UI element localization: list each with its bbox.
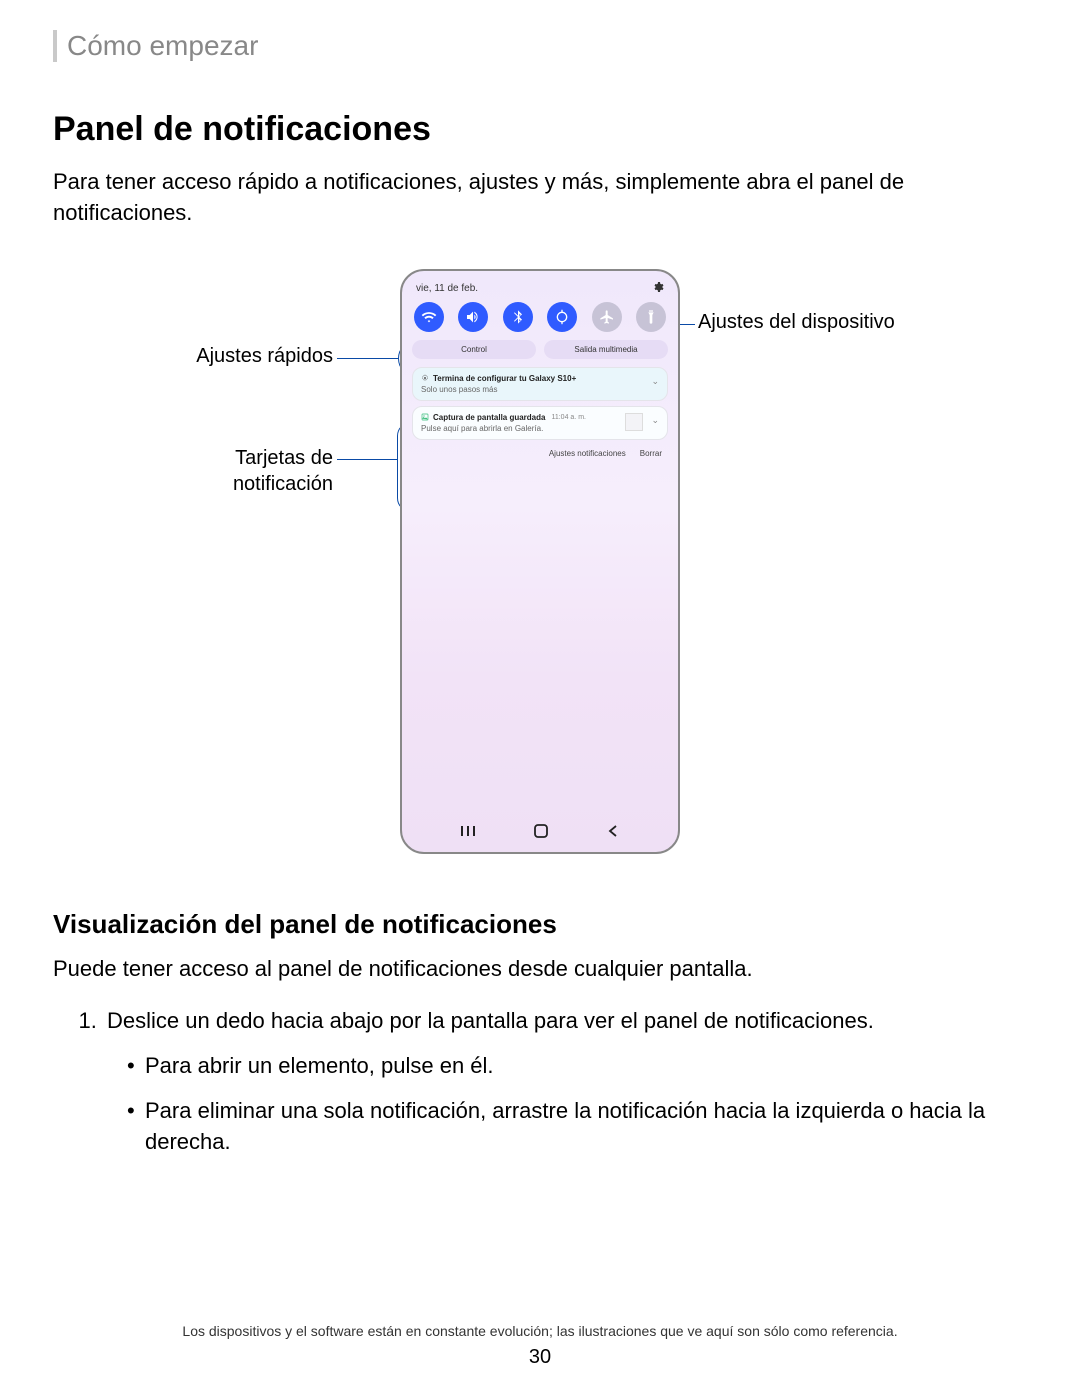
- chevron-down-icon[interactable]: ⌄: [651, 376, 659, 387]
- callout-notif-l1: Tarjetas de: [235, 447, 333, 469]
- notif-subtitle: Solo unos pasos más: [421, 385, 659, 394]
- gear-icon: [421, 374, 429, 382]
- figure: Ajustes rápidos Ajustes del dispositivo …: [53, 269, 1027, 889]
- callout-notif-cards: Tarjetas de notificación: [153, 445, 333, 497]
- status-date: vie, 11 de feb.: [416, 283, 478, 294]
- footnote: Los dispositivos y el software están en …: [0, 1323, 1080, 1339]
- notif-title: Captura de pantalla guardada: [433, 413, 545, 422]
- step-text: Deslice un dedo hacia abajo por la panta…: [107, 1008, 874, 1033]
- bluetooth-icon[interactable]: [503, 302, 533, 332]
- notif-subtitle: Pulse aquí para abrirla en Galería.: [421, 424, 659, 433]
- section-subtitle: Visualización del panel de notificacione…: [53, 909, 1027, 940]
- steps-list: Deslice un dedo hacia abajo por la panta…: [53, 1006, 1027, 1157]
- notif-time: 11:04 a. m.: [551, 414, 586, 421]
- home-icon[interactable]: [533, 823, 549, 844]
- page-title: Panel de notificaciones: [53, 110, 1027, 149]
- chevron-down-icon[interactable]: ⌄: [651, 415, 659, 426]
- callout-notif-l2: notificación: [233, 473, 333, 495]
- sound-icon[interactable]: [458, 302, 488, 332]
- breadcrumb-text: Cómo empezar: [67, 30, 258, 62]
- sub-item: Para eliminar una sola notificación, arr…: [127, 1096, 1027, 1158]
- callout-line: [337, 358, 399, 360]
- section-body: Puede tener acceso al panel de notificac…: [53, 954, 1027, 985]
- screenshot-thumbnail: [625, 413, 643, 431]
- wifi-icon[interactable]: [414, 302, 444, 332]
- breadcrumb-accent: [53, 30, 57, 62]
- intro-paragraph: Para tener acceso rápido a notificacione…: [53, 167, 1027, 229]
- callout-device-settings: Ajustes del dispositivo: [698, 311, 895, 334]
- callout-quick-settings: Ajustes rápidos: [123, 345, 333, 368]
- notification-card[interactable]: Termina de configurar tu Galaxy S10+ Sol…: [412, 367, 668, 401]
- callout-line: [337, 459, 397, 461]
- step-item: Deslice un dedo hacia abajo por la panta…: [103, 1006, 1027, 1157]
- android-navbar: [402, 823, 678, 844]
- notif-settings-link[interactable]: Ajustes notificaciones: [549, 449, 626, 458]
- media-output-button[interactable]: Salida multimedia: [544, 340, 668, 359]
- back-icon[interactable]: [606, 824, 620, 843]
- notif-actions: Ajustes notificaciones Borrar: [412, 445, 668, 458]
- image-icon: [421, 413, 429, 421]
- quick-settings-row: [412, 302, 668, 340]
- media-control-button[interactable]: Control: [412, 340, 536, 359]
- sub-item: Para abrir un elemento, pulse en él.: [127, 1051, 1027, 1082]
- recents-icon[interactable]: [460, 824, 476, 843]
- breadcrumb: Cómo empezar: [53, 30, 1027, 62]
- gear-icon[interactable]: [652, 281, 664, 296]
- notification-card[interactable]: Captura de pantalla guardada 11:04 a. m.…: [412, 406, 668, 440]
- page-number: 30: [0, 1346, 1080, 1369]
- airplane-icon[interactable]: [592, 302, 622, 332]
- notif-title: Termina de configurar tu Galaxy S10+: [433, 374, 576, 383]
- media-row: Control Salida multimedia: [412, 340, 668, 359]
- notif-clear-link[interactable]: Borrar: [640, 449, 662, 458]
- status-bar: vie, 11 de feb.: [412, 281, 668, 302]
- flashlight-icon[interactable]: [636, 302, 666, 332]
- sub-list: Para abrir un elemento, pulse en él. Par…: [107, 1051, 1027, 1157]
- rotate-icon[interactable]: [547, 302, 577, 332]
- phone-mockup: vie, 11 de feb. Control Salida multimedi…: [400, 269, 680, 854]
